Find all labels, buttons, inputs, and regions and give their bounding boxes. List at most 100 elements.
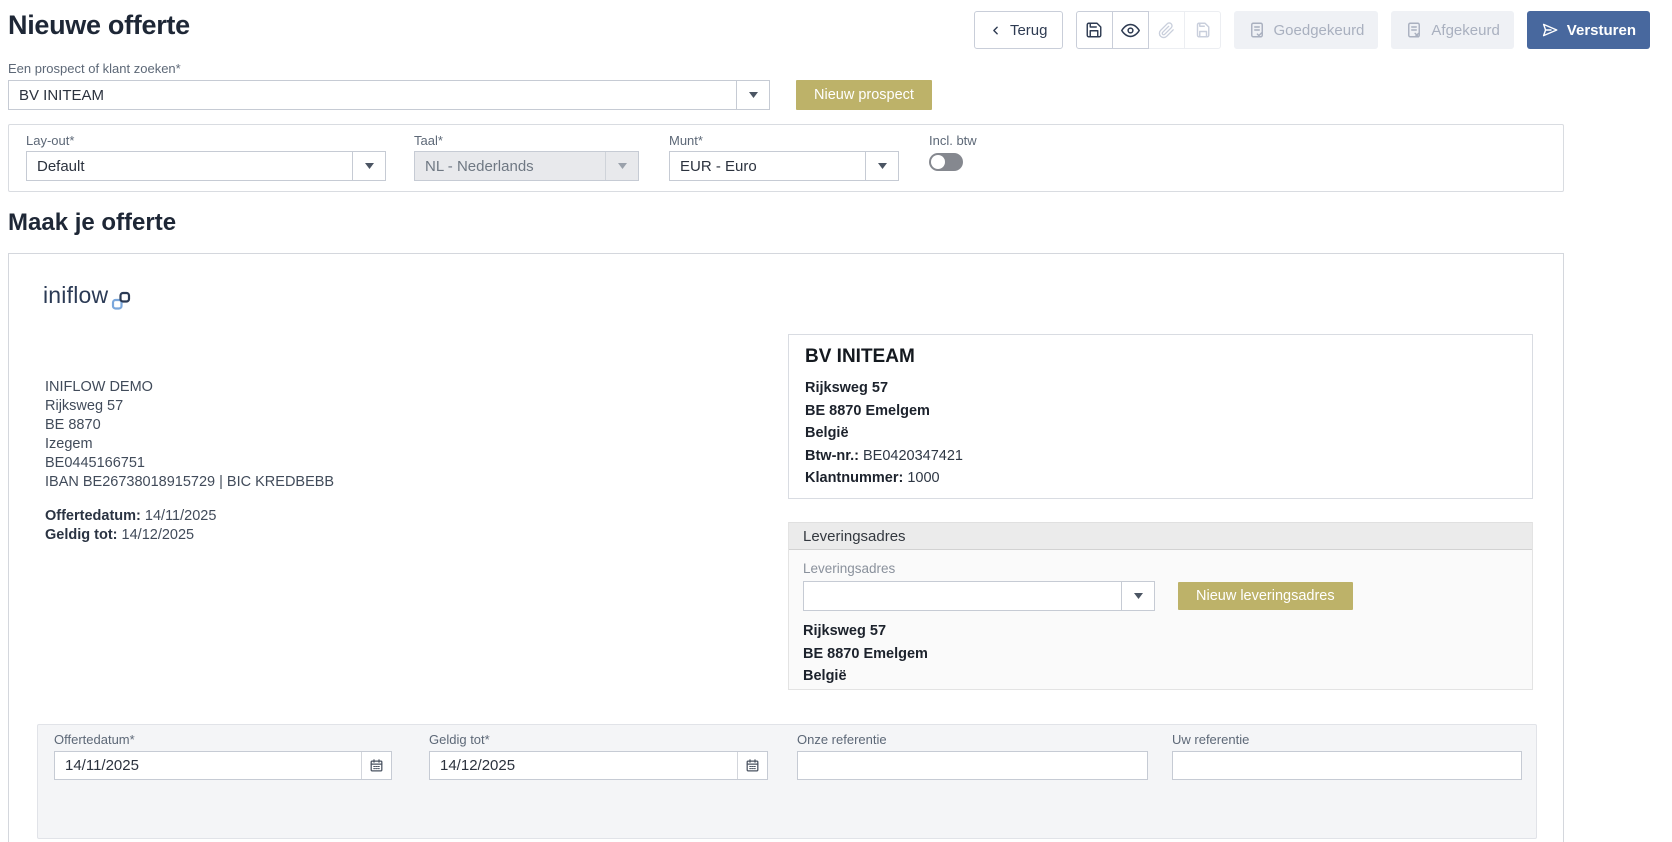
seller-vat: BE0445166751 xyxy=(45,455,145,471)
delivery-address: Rijksweg 57 BE 8870 Emelgem België xyxy=(803,620,1518,688)
approve-button-label: Goedgekeurd xyxy=(1273,21,1365,39)
prospect-search-label: Een prospect of klant zoeken* xyxy=(8,61,181,76)
vat-toggle[interactable] xyxy=(929,153,963,171)
customer-country: België xyxy=(805,425,849,441)
valid-until-input[interactable] xyxy=(430,752,737,779)
delivery-country: België xyxy=(803,668,847,684)
new-delivery-address-button[interactable]: Nieuw leveringsadres xyxy=(1178,582,1353,610)
vat-toggle-knob xyxy=(931,155,945,169)
language-label: Taal* xyxy=(414,133,443,148)
seller-bank: IBAN BE26738018915729 | BIC KREDBEBB xyxy=(45,474,335,490)
layout-label: Lay-out* xyxy=(26,133,75,148)
reject-button[interactable]: Afgekeurd xyxy=(1391,11,1514,49)
valid-until-field: Geldig tot* xyxy=(429,732,768,780)
approve-button[interactable]: Goedgekeurd xyxy=(1233,11,1379,49)
back-button[interactable]: Terug xyxy=(973,11,1063,49)
eye-icon xyxy=(1120,21,1140,40)
reject-button-label: Afgekeurd xyxy=(1431,21,1500,39)
currency-field: Munt* EUR - Euro xyxy=(669,133,899,181)
vat-field: Incl. btw xyxy=(929,133,977,171)
prospect-select[interactable]: BV INITEAM xyxy=(8,80,770,110)
offer-date-field-label: Offertedatum* xyxy=(54,732,135,747)
our-reference-input[interactable] xyxy=(798,752,1147,779)
delivery-panel-title: Leveringsadres xyxy=(789,522,1532,550)
layout-select-value: Default xyxy=(37,157,85,175)
delivery-street: Rijksweg 57 xyxy=(803,623,887,639)
customer-card: BV INITEAM Rijksweg 57 BE 8870 Emelgem B… xyxy=(788,334,1533,499)
seller-street: Rijksweg 57 xyxy=(45,398,124,414)
calendar-icon[interactable] xyxy=(737,752,767,779)
chevron-down-icon[interactable] xyxy=(352,152,385,180)
save-draft-button[interactable] xyxy=(1183,11,1221,49)
delivery-city: BE 8870 Emelgem xyxy=(803,645,928,662)
company-logo-text: iniflow xyxy=(43,282,109,308)
customer-name: BV INITEAM xyxy=(805,346,915,367)
chevron-down-icon xyxy=(605,152,638,180)
seller-postal: BE 8870 xyxy=(45,417,101,433)
delivery-panel-body: Leveringsadres Nieuw leveringsadres Rijk… xyxy=(789,550,1532,688)
language-field: Taal* NL - Nederlands xyxy=(414,133,639,181)
chevron-down-icon[interactable] xyxy=(736,81,769,109)
prospect-select-value: BV INITEAM xyxy=(19,86,105,104)
send-icon xyxy=(1541,21,1559,39)
offer-preview: iniflow INIFLOW DEMO Rijksweg 57 BE 8870… xyxy=(8,253,1564,842)
offer-date-value: 14/11/2025 xyxy=(144,508,217,524)
offer-date-field: Offertedatum* xyxy=(54,732,392,780)
currency-label: Munt* xyxy=(669,133,703,148)
offer-date-input[interactable] xyxy=(55,752,361,779)
customer-number-label: Klantnummer: xyxy=(805,470,904,486)
offer-date-label: Offertedatum: xyxy=(45,508,141,524)
vat-toggle-label: Incl. btw xyxy=(929,133,977,148)
paperclip-icon xyxy=(1158,21,1175,39)
delivery-address-panel: Leveringsadres Leveringsadres Nieuw leve… xyxy=(788,522,1533,690)
delivery-select-label: Leveringsadres xyxy=(803,561,896,576)
topbar: Nieuwe offerte Terug Goedgekeurd Afgekeu… xyxy=(0,0,1672,56)
company-logo: iniflow xyxy=(43,282,133,311)
your-reference-label: Uw referentie xyxy=(1172,732,1250,747)
offer-dates: Offertedatum: 14/11/2025 Geldig tot: 14/… xyxy=(45,507,334,545)
save-button[interactable] xyxy=(1075,11,1113,49)
seller-city: Izegem xyxy=(45,436,93,452)
our-reference-label: Onze referentie xyxy=(797,732,887,747)
send-button[interactable]: Versturen xyxy=(1526,11,1650,49)
new-prospect-button[interactable]: Nieuw prospect xyxy=(796,80,932,110)
customer-vat-label: Btw-nr.: xyxy=(805,447,859,464)
chevron-down-icon[interactable] xyxy=(865,152,898,180)
layout-field: Lay-out* Default xyxy=(26,133,386,181)
settings-panel: Lay-out* Default Taal* NL - Nederlands M… xyxy=(8,124,1564,192)
file-check-icon xyxy=(1248,21,1266,39)
section-title: Maak je offerte xyxy=(8,209,177,236)
preview-button[interactable] xyxy=(1111,11,1149,49)
valid-until-value: 14/12/2025 xyxy=(121,527,195,543)
offer-form-row: Offertedatum* Geldig tot* Onze referenti… xyxy=(37,724,1537,839)
chevron-down-icon[interactable] xyxy=(1121,582,1154,610)
language-select-value: NL - Nederlands xyxy=(425,157,534,175)
customer-number-value: 1000 xyxy=(907,470,940,486)
seller-name: INIFLOW DEMO xyxy=(45,379,153,395)
link-icon xyxy=(111,291,133,311)
save-alt-icon xyxy=(1193,21,1211,39)
prospect-row: BV INITEAM Nieuw prospect xyxy=(8,80,1672,110)
document-action-icons xyxy=(1075,11,1221,49)
chevron-left-icon xyxy=(989,24,1002,37)
your-reference-field: Uw referentie xyxy=(1172,732,1522,780)
send-button-label: Versturen xyxy=(1566,21,1636,39)
language-select: NL - Nederlands xyxy=(414,151,639,181)
valid-until-label: Geldig tot: xyxy=(45,527,118,543)
calendar-icon[interactable] xyxy=(361,752,391,779)
file-x-icon xyxy=(1405,21,1423,39)
delivery-select[interactable] xyxy=(803,581,1155,611)
save-icon xyxy=(1085,21,1103,39)
our-reference-field: Onze referentie xyxy=(797,732,1148,780)
attachment-button[interactable] xyxy=(1147,11,1185,49)
customer-street: Rijksweg 57 xyxy=(805,380,889,396)
currency-select-value: EUR - Euro xyxy=(680,157,757,175)
your-reference-input[interactable] xyxy=(1173,752,1521,779)
layout-select[interactable]: Default xyxy=(26,151,386,181)
valid-until-field-label: Geldig tot* xyxy=(429,732,490,747)
customer-vat-value: BE0420347421 xyxy=(863,447,963,464)
currency-select[interactable]: EUR - Euro xyxy=(669,151,899,181)
delivery-select-value xyxy=(804,582,1121,610)
header-actions: Terug Goedgekeurd Afgekeurd Versturen xyxy=(973,11,1650,49)
back-button-label: Terug xyxy=(1009,21,1048,39)
